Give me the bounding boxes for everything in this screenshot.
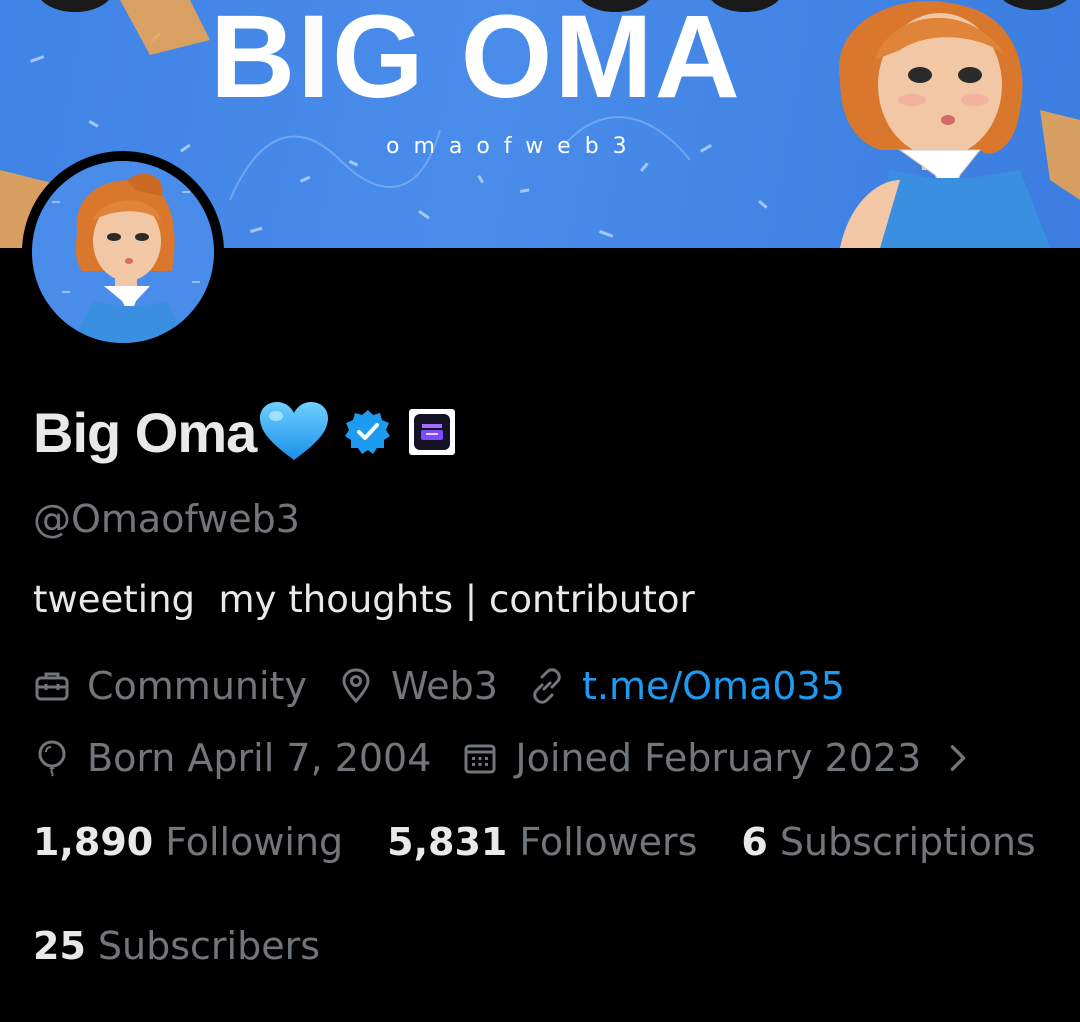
avatar-image <box>32 161 214 343</box>
profile-avatar[interactable] <box>22 151 224 353</box>
location-pin-icon <box>342 668 370 704</box>
verified-badge-icon[interactable] <box>344 408 392 456</box>
followers-count: 5,831 <box>387 820 508 864</box>
affiliate-badge-icon[interactable] <box>408 408 456 456</box>
birthday-item: Born April 7, 2004 <box>33 736 431 780</box>
birthday-label: Born April 7, 2004 <box>87 736 432 780</box>
following-label: Following <box>165 820 344 864</box>
banner-title: BIG OMA <box>210 0 742 123</box>
location-item: Web3 <box>337 664 498 708</box>
website-link[interactable]: t.me/Oma035 <box>582 664 845 708</box>
balloon-icon <box>38 740 66 777</box>
chevron-right-icon[interactable] <box>939 739 977 777</box>
location-label: Web3 <box>390 664 498 708</box>
banner-character-illustration <box>839 1 1050 248</box>
subscribers-count: 25 <box>33 924 86 968</box>
calendar-icon <box>464 744 496 774</box>
followers-label: Followers <box>519 820 698 864</box>
subscriptions-label: Subscriptions <box>779 820 1036 864</box>
link-icon <box>533 668 561 704</box>
name-row: Big Oma <box>33 396 456 468</box>
heart-icon <box>260 402 329 460</box>
bio-text: tweeting my thoughts | contributor <box>33 578 695 621</box>
subscribers-stat[interactable]: 25 Subscribers <box>33 924 320 968</box>
user-handle: @Omaofweb3 <box>33 497 300 541</box>
stats-row-2: 25 Subscribers <box>33 924 364 968</box>
display-name: Big Oma <box>33 400 257 464</box>
subscriptions-stat[interactable]: 6 Subscriptions <box>741 820 1035 864</box>
subscribers-label: Subscribers <box>97 924 321 968</box>
subscriptions-count: 6 <box>741 820 768 864</box>
joined-label: Joined February 2023 <box>515 736 922 780</box>
banner-subtitle: omaofweb3 <box>386 134 641 159</box>
briefcase-icon <box>35 672 69 701</box>
joined-item[interactable]: Joined February 2023 <box>461 736 993 780</box>
profile-meta-row-1: Community Web3 t.me/Oma035 <box>33 664 875 708</box>
followers-stat[interactable]: 5,831 Followers <box>387 820 697 864</box>
following-stat[interactable]: 1,890 Following <box>33 820 343 864</box>
stats-row: 1,890 Following 5,831 Followers 6 Subscript… <box>33 820 1036 864</box>
website-item[interactable]: t.me/Oma035 <box>528 664 845 708</box>
profile-meta-row-2: Born April 7, 2004 Joined February 2023 <box>33 736 1023 780</box>
category-item: Community <box>33 664 307 708</box>
category-label: Community <box>87 664 307 708</box>
following-count: 1,890 <box>33 820 154 864</box>
